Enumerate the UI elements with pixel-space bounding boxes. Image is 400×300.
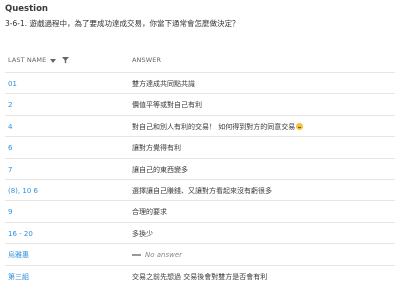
column-label-last-name: LAST NAME xyxy=(8,56,47,64)
table-header: LAST NAME ANSWER xyxy=(5,50,395,72)
answer-cell: 對自己和別人有利的交易！ 如何得到對方的同意交易 xyxy=(132,122,304,132)
sort-caret-down-icon[interactable] xyxy=(50,58,57,63)
table-row: 7 讓自己的東西變多 xyxy=(5,157,395,179)
table-row: 烏雅惠 No answer xyxy=(5,243,395,264)
no-answer-cell: No answer xyxy=(132,250,182,260)
student-name-link[interactable]: 2 xyxy=(8,100,12,110)
question-text: 3-6-1. 遊戲過程中，為了要成功達成交易，你當下通常會怎麼做決定？ xyxy=(5,19,240,28)
table-row: 6 讓對方覺得有利 xyxy=(5,136,395,157)
student-name-link[interactable]: 9 xyxy=(8,207,12,217)
table-row: 4 對自己和別人有利的交易！ 如何得到對方的同意交易 xyxy=(5,114,395,136)
no-answer-text: No answer xyxy=(145,251,183,260)
table-row: 第三組 交易之前先想過 交易後會對雙方是否會有利 xyxy=(5,264,395,286)
student-name-link[interactable]: 烏雅惠 xyxy=(8,250,29,260)
column-header-answer: ANSWER xyxy=(132,56,161,65)
column-header-last-name[interactable]: LAST NAME xyxy=(8,56,70,65)
answer-text: 多換少 xyxy=(132,229,153,238)
table-row: 16 - 20 多換少 xyxy=(5,221,395,243)
student-name-link[interactable]: 6 xyxy=(8,143,12,153)
answer-text: 選擇讓自己賺錢、又讓對方看起來沒有虧很多 xyxy=(132,186,272,195)
question-block: Question 3-6-1. 遊戲過程中，為了要成功達成交易，你當下通常會怎麼… xyxy=(5,4,397,29)
dash-icon xyxy=(132,254,141,257)
table-row: 9 合理的要求 xyxy=(5,200,395,221)
answer-text: 交易之前先想過 交易後會對雙方是否會有利 xyxy=(132,272,268,281)
table-row: 2 價值平等或對自己有利 xyxy=(5,93,395,114)
answer-text: 讓自己的東西變多 xyxy=(132,165,188,174)
filter-icon[interactable] xyxy=(62,57,70,64)
answer-text: 對自己和別人有利的交易！ 如何得到對方的同意交易 xyxy=(132,122,296,131)
table-row: (8), 10 6 選擇讓自己賺錢、又讓對方看起來沒有虧很多 xyxy=(5,178,395,200)
answer-text: 讓對方覺得有利 xyxy=(132,144,181,153)
student-name-link[interactable]: 01 xyxy=(8,79,17,89)
student-name-link[interactable]: 第三組 xyxy=(8,272,29,282)
student-name-link[interactable]: (8), 10 6 xyxy=(8,186,38,196)
student-name-link[interactable]: 4 xyxy=(8,122,12,132)
table-row: 01 雙方達成共同點共識 xyxy=(5,72,395,93)
student-name-link[interactable]: 7 xyxy=(8,165,12,175)
column-label-answer: ANSWER xyxy=(132,56,162,64)
answer-text: 合理的要求 xyxy=(132,208,167,217)
answer-text: 雙方達成共同點共識 xyxy=(132,80,195,88)
grinning-face-icon xyxy=(296,123,304,131)
question-title: Question xyxy=(5,4,48,14)
answer-text: 價值平等或對自己有利 xyxy=(132,101,202,110)
student-name-link[interactable]: 16 - 20 xyxy=(8,229,33,239)
answers-table: LAST NAME ANSWER 01 雙方達成共同點共識 2 價值平等或對自己… xyxy=(5,50,395,286)
